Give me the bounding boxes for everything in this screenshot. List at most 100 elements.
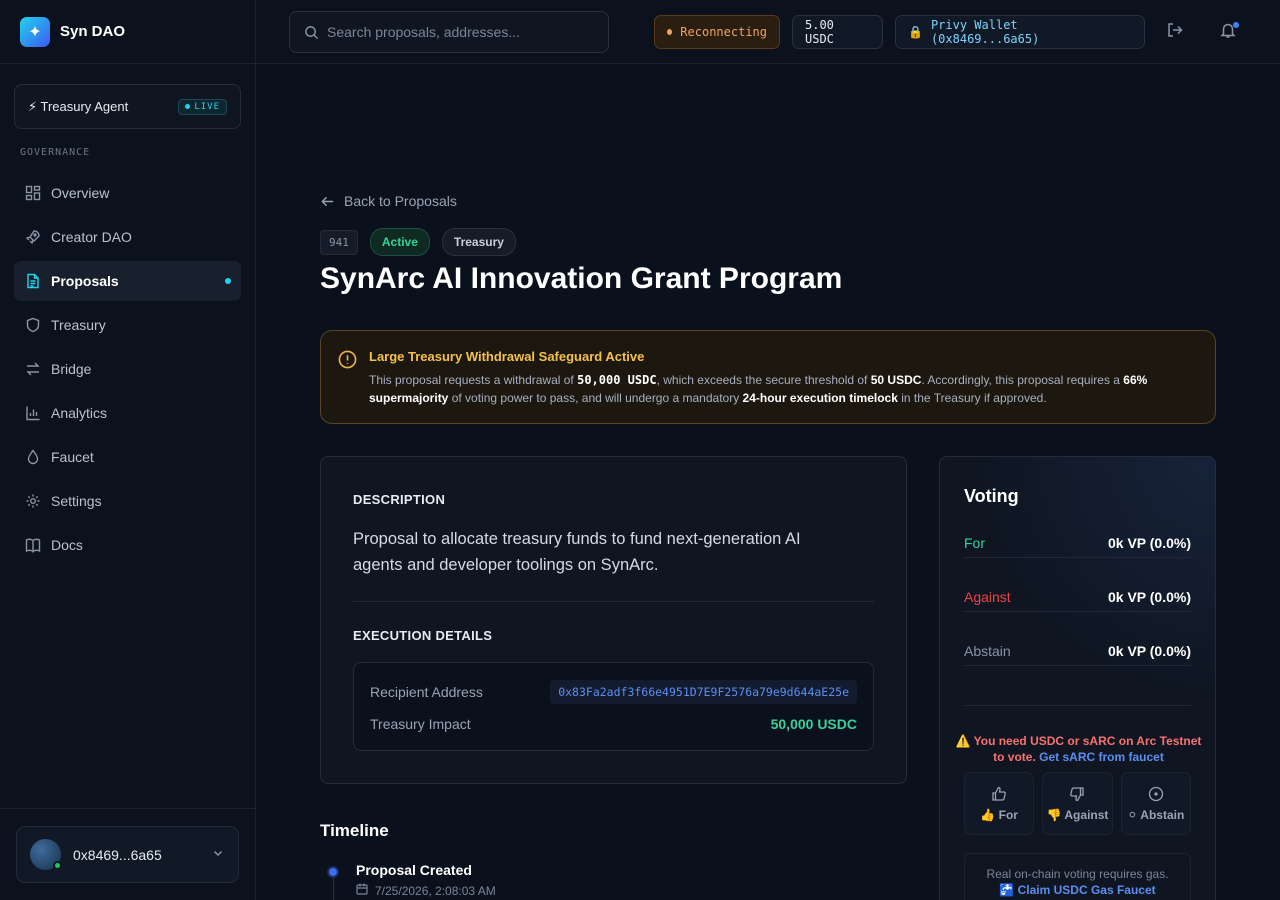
impact-row: Treasury Impact 50,000 USDC xyxy=(370,716,857,732)
divider xyxy=(353,601,874,602)
sidebar-item-label: Proposals xyxy=(51,273,119,289)
sidebar-item-docs[interactable]: Docs xyxy=(14,525,241,565)
sparkle-icon: ✦ xyxy=(20,16,50,47)
sidebar-item-proposals[interactable]: Proposals xyxy=(14,261,241,301)
nav-section-label: GOVERNANCE xyxy=(20,147,91,158)
recipient-label: Recipient Address xyxy=(370,684,483,700)
notification-dot xyxy=(1233,22,1239,28)
sidebar-item-treasury[interactable]: Treasury xyxy=(14,305,241,345)
sidebar-item-creator-dao[interactable]: Creator DAO xyxy=(14,217,241,257)
online-status-icon xyxy=(53,861,62,870)
topbar: Reconnecting 5.00 USDC 🔒 Privy Wallet (0x… xyxy=(256,0,1280,64)
agent-label: ⚡ Treasury Agent xyxy=(28,98,129,114)
timeline-timestamp: 7/25/2026, 2:08:03 AM xyxy=(375,883,496,898)
logout-button[interactable] xyxy=(1163,20,1187,44)
gas-faucet-link[interactable]: 🚰 Claim USDC Gas Faucet xyxy=(999,883,1155,897)
live-dot-icon xyxy=(185,104,191,109)
chevron-down-icon xyxy=(212,847,224,862)
gas-note: Real on-chain voting requires gas. xyxy=(986,867,1169,881)
vote-against-label: Against xyxy=(964,588,1011,605)
alert-amount: 50,000 USDC xyxy=(577,373,657,387)
logout-icon xyxy=(1166,21,1184,44)
impact-value: 50,000 USDC xyxy=(770,716,857,732)
vote-against-button[interactable]: 👎 Against xyxy=(1042,772,1113,835)
sidebar-item-overview[interactable]: Overview xyxy=(14,173,241,213)
sidebar-nav: Overview Creator DAO Proposals Treasury … xyxy=(14,173,241,569)
sidebar-item-analytics[interactable]: Analytics xyxy=(14,393,241,433)
alert-body: This proposal requests a withdrawal of 5… xyxy=(369,371,1195,407)
avatar xyxy=(30,839,62,870)
vote-for-label: For xyxy=(964,534,985,551)
brand-name: Syn DAO xyxy=(60,23,126,40)
search-icon xyxy=(304,25,319,40)
alert-threshold: 50 USDC xyxy=(870,373,922,387)
vote-row-for: For 0k VP (0.0%) xyxy=(964,528,1191,558)
sidebar-item-label: Faucet xyxy=(51,449,94,465)
sidebar-footer: 0x8469...6a65 xyxy=(0,808,256,900)
status-badge: Active xyxy=(369,228,430,256)
sidebar-item-label: Bridge xyxy=(51,361,92,377)
document-icon xyxy=(24,273,41,290)
droplet-icon xyxy=(24,449,41,466)
alert-text: in the Treasury if approved. xyxy=(897,391,1047,405)
shield-icon xyxy=(24,317,41,334)
timeline-time: 7/25/2026, 2:08:03 AM xyxy=(356,883,496,898)
sidebar-item-label: Treasury xyxy=(51,317,106,333)
wallet-button[interactable]: 🔒 Privy Wallet (0x8469...6a65) xyxy=(895,15,1145,49)
thumbs-down-icon xyxy=(1069,786,1085,802)
vote-for-label: 👍 For xyxy=(980,807,1018,822)
gear-icon xyxy=(24,493,41,510)
type-badge: Treasury xyxy=(441,228,516,256)
vote-for-button[interactable]: 👍 For xyxy=(964,772,1035,835)
live-badge-label: LIVE xyxy=(194,101,220,112)
search-input[interactable] xyxy=(327,24,587,40)
vote-warning: ⚠️ You need USDC or sARC on Arc Testnet … xyxy=(950,733,1207,765)
vote-against-value: 0k VP (0.0%) xyxy=(1107,588,1191,605)
sidebar-item-label: Docs xyxy=(51,537,83,553)
description-heading: DESCRIPTION xyxy=(353,492,446,507)
recipient-address[interactable]: 0x83Fa2adf3f66e4951D7E9F2576a79e9d644aE2… xyxy=(550,680,857,704)
alert-text: , which exceeds the secure threshold of xyxy=(656,373,871,387)
impact-label: Treasury Impact xyxy=(370,716,471,732)
timeline-line xyxy=(333,877,334,900)
faucet-link[interactable]: Get sARC from faucet xyxy=(1039,750,1164,764)
brand[interactable]: ✦ Syn DAO xyxy=(0,0,255,64)
thumbs-up-icon xyxy=(991,786,1007,802)
bar-chart-icon xyxy=(24,405,41,422)
notifications-button[interactable] xyxy=(1216,20,1240,44)
treasury-agent-card[interactable]: ⚡ Treasury Agent LIVE xyxy=(14,84,241,129)
vote-row-against: Against 0k VP (0.0%) xyxy=(964,582,1191,612)
sidebar-item-faucet[interactable]: Faucet xyxy=(14,437,241,477)
timeline-dot xyxy=(327,866,339,878)
alert-circle-icon xyxy=(338,350,357,369)
safeguard-alert: Large Treasury Withdrawal Safeguard Acti… xyxy=(320,330,1216,424)
voting-title: Voting xyxy=(964,486,1019,506)
arrow-left-icon xyxy=(320,194,335,209)
status-dot-icon xyxy=(667,29,673,35)
proposal-tags: 941 Active Treasury xyxy=(320,228,516,256)
execution-details-box: Recipient Address 0x83Fa2adf3f66e4951D7E… xyxy=(353,662,874,751)
wallet-label: Privy Wallet (0x8469...6a65) xyxy=(930,18,1040,46)
user-account-menu[interactable]: 0x8469...6a65 xyxy=(16,826,239,883)
active-indicator-dot xyxy=(225,278,231,284)
gas-faucet-box: Real on-chain voting requires gas. 🚰 Cla… xyxy=(964,853,1191,900)
sidebar-item-settings[interactable]: Settings xyxy=(14,481,241,521)
vote-abstain-label: Abstain xyxy=(964,642,1011,659)
balance-value: 5.00 USDC xyxy=(805,18,834,46)
back-to-proposals-link[interactable]: Back to Proposals xyxy=(320,193,457,209)
vote-for-value: 0k VP (0.0%) xyxy=(1107,534,1191,551)
rocket-icon xyxy=(24,229,41,246)
vote-abstain-button[interactable]: ⚪ Abstain xyxy=(1120,772,1191,835)
timeline-event: Proposal Created xyxy=(356,862,472,878)
connection-status-label: Reconnecting xyxy=(680,25,767,39)
sidebar-item-bridge[interactable]: Bridge xyxy=(14,349,241,389)
page-title: SynArc AI Innovation Grant Program xyxy=(320,262,843,295)
sidebar-item-label: Settings xyxy=(51,493,102,509)
search-box xyxy=(289,11,609,53)
vote-row-abstain: Abstain 0k VP (0.0%) xyxy=(964,636,1191,666)
calendar-icon xyxy=(356,883,368,898)
proposal-id-badge: 941 xyxy=(320,229,358,255)
back-label: Back to Proposals xyxy=(344,193,457,209)
recipient-row: Recipient Address 0x83Fa2adf3f66e4951D7E… xyxy=(370,680,857,704)
grid-icon xyxy=(24,185,41,202)
